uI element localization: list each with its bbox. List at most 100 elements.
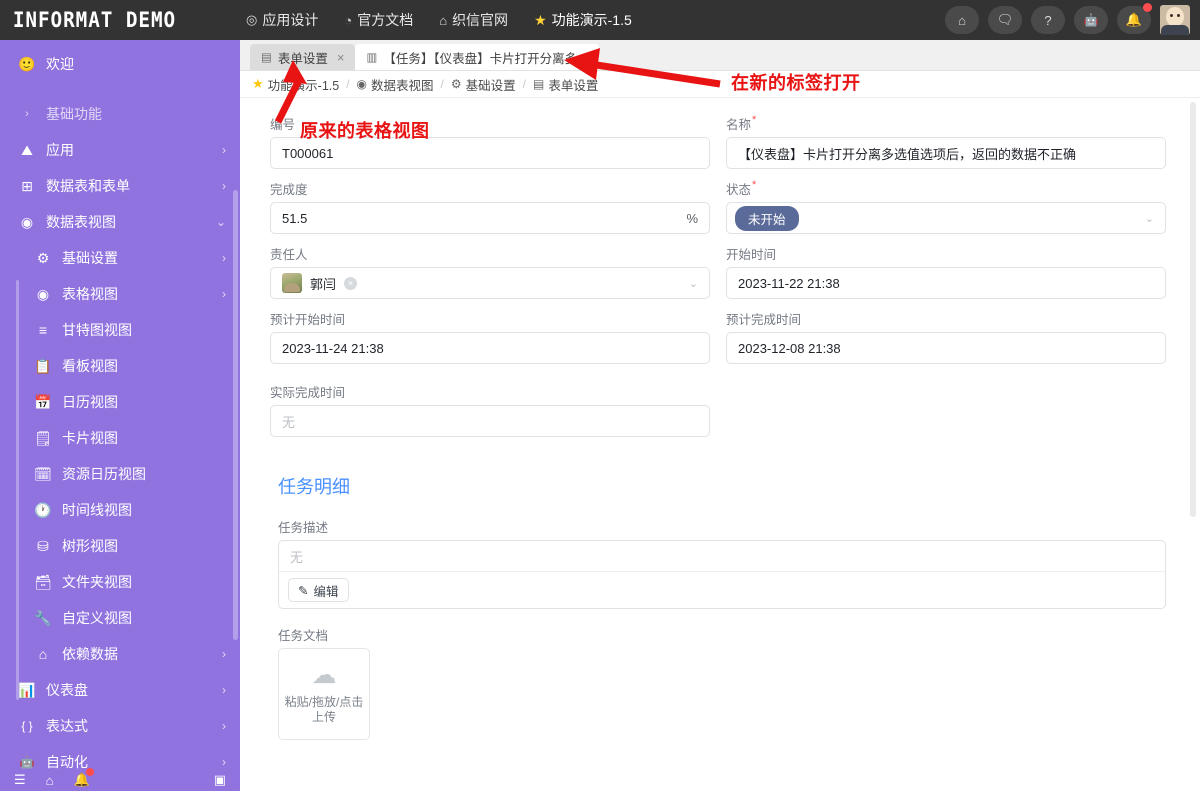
required-mark: *: [752, 179, 757, 191]
home-button[interactable]: ⌂: [945, 6, 979, 34]
breadcrumb-item-table-views[interactable]: ◉ 数据表视图: [357, 75, 434, 94]
start-time-input[interactable]: 2023-11-22 21:38: [726, 267, 1166, 299]
field-placeholder: 无: [282, 414, 296, 430]
robot-button[interactable]: 🤖: [1074, 6, 1108, 34]
sidebar-item-tables-and-forms[interactable]: ⊞ 数据表和表单 ›: [0, 168, 240, 204]
breadcrumb-item-form-settings[interactable]: ▤ 表单设置: [533, 75, 598, 94]
topnav-label: 织信官网: [452, 12, 509, 28]
avatar-eye-left: [1170, 14, 1173, 17]
breadcrumb-separator: /: [346, 77, 350, 91]
field-placeholder: 无: [290, 549, 304, 565]
top-nav: ◎ 应用设计 ◔ 官方文档 ⌂ 织信官网 ★ 功能演示-1.5: [246, 10, 632, 30]
breadcrumb-separator: /: [522, 77, 527, 91]
required-mark: *: [752, 114, 757, 126]
timeline-icon: 🕐: [34, 501, 52, 518]
upload-dropzone[interactable]: ☁ 粘贴/拖放/点击 上传: [278, 648, 370, 740]
sidebar-item-timeline-view[interactable]: 🕐 时间线视图: [0, 492, 240, 528]
sidebar-item-custom-view[interactable]: 🔧 自定义视图: [0, 600, 240, 636]
sidebar-item-gantt-view[interactable]: ≡ 甘特图视图: [0, 312, 240, 348]
message-icon: 🗨: [996, 12, 1014, 27]
field-label: 责任人: [270, 248, 308, 262]
dependency-icon: ⌂: [38, 646, 48, 662]
chevron-right-icon: ›: [222, 755, 226, 769]
topnav-item-app-design[interactable]: ◎ 应用设计: [246, 10, 318, 30]
field-label-text: 状态: [726, 183, 752, 197]
edit-button[interactable]: ✎ 编辑: [288, 578, 349, 602]
topnav-item-feature-demo[interactable]: ★ 功能演示-1.5: [534, 10, 632, 30]
task-description-box: 无 ✎ 编辑: [278, 540, 1166, 609]
menu-icon[interactable]: ☰: [14, 772, 26, 788]
form-grid: 编号 T000061 完成度 51.5 % 责任人 郭闫 × ⌄ 预计开始时间 …: [270, 114, 1166, 447]
sidebar-item-label: 自动化: [46, 754, 88, 769]
sidebar-item-tree-view[interactable]: ⛁ 树形视图: [0, 528, 240, 564]
help-button[interactable]: ?: [1031, 6, 1065, 34]
field-label: 开始时间: [726, 248, 777, 262]
close-icon[interactable]: ×: [337, 50, 345, 65]
sidebar-item-expression[interactable]: { } 表达式 ›: [0, 708, 240, 744]
sidebar-item-basic-settings[interactable]: ⚙ 基础设置 ›: [0, 240, 240, 276]
sidebar-item-calendar-view[interactable]: 📅 日历视图: [0, 384, 240, 420]
sidebar-item-dependency-data[interactable]: ⌂ 依赖数据 ›: [0, 636, 240, 672]
sidebar-item-label: 基础设置: [62, 250, 118, 266]
status-select[interactable]: 未开始 ⌄: [726, 202, 1166, 234]
folder-icon: 🗃: [34, 573, 52, 590]
topnav-label: 功能演示-1.5: [551, 12, 632, 28]
form-icon: ▤: [261, 52, 272, 64]
sidebar-item-table-views[interactable]: ◉ 数据表视图 ⌄: [0, 204, 240, 240]
sidebar-item-resource-calendar-view[interactable]: 🗓 资源日历视图: [0, 456, 240, 492]
tab-strip: ▤ 表单设置 × ▥ 【任务】【仪表盘】卡片打开分离多...: [240, 40, 1200, 71]
field-task-document: 任务文档 ☁ 粘贴/拖放/点击 上传: [270, 625, 1166, 740]
sidebar-item-dashboard[interactable]: 📊 仪表盘 ›: [0, 672, 240, 708]
panel-toggle-icon[interactable]: ▣: [214, 772, 226, 788]
sidebar-item-basic-functions[interactable]: › 基础功能: [0, 96, 240, 132]
avatar[interactable]: [1160, 5, 1190, 35]
sidebar-item-label: 应用: [46, 142, 74, 158]
topnav-item-official-docs[interactable]: ◔ 官方文档: [344, 10, 413, 30]
sidebar-item-label: 资源日历视图: [62, 466, 146, 482]
planned-finish-input[interactable]: 2023-12-08 21:38: [726, 332, 1166, 364]
tab-task-record[interactable]: ▥ 【任务】【仪表盘】卡片打开分离多...: [355, 44, 599, 70]
name-input[interactable]: 【仪表盘】卡片打开分离多选值选项后，返回的数据不正确: [726, 137, 1166, 169]
owner-select[interactable]: 郭闫 × ⌄: [270, 267, 710, 299]
chevron-down-icon: ⌄: [688, 277, 698, 290]
actual-finish-input[interactable]: 无: [270, 405, 710, 437]
sidebar-item-kanban-view[interactable]: 📋 看板视图: [0, 348, 240, 384]
sidebar-scrollbar[interactable]: [233, 190, 238, 640]
completion-input[interactable]: 51.5 %: [270, 202, 710, 234]
avatar-body: [1161, 25, 1189, 35]
bell-icon[interactable]: 🔔: [74, 768, 94, 788]
sidebar-item-label: 基础功能: [46, 106, 102, 122]
person-chip: 郭闫 ×: [282, 273, 358, 293]
pencil-icon: ✎: [298, 583, 309, 598]
sidebar-item-card-view[interactable]: 🗒 卡片视图: [0, 420, 240, 456]
table-icon: ▥: [366, 52, 378, 64]
breadcrumb-item-basic-settings[interactable]: ⚙ 基础设置: [451, 75, 516, 94]
field-label-text: 名称: [726, 118, 752, 132]
message-button[interactable]: 🗨: [988, 6, 1022, 34]
field-label: 编号: [270, 118, 296, 132]
tab-form-settings[interactable]: ▤ 表单设置 ×: [250, 44, 356, 70]
planned-start-input[interactable]: 2023-11-24 21:38: [270, 332, 710, 364]
sidebar-item-automation[interactable]: 🤖 自动化 ›: [0, 744, 240, 769]
sidebar-item-label: 数据表视图: [46, 214, 116, 230]
field-owner: 责任人 郭闫 × ⌄: [270, 244, 710, 299]
sidebar-item-folder-view[interactable]: 🗃 文件夹视图: [0, 564, 240, 600]
resource-calendar-icon: 🗓: [34, 465, 52, 482]
field-label: 预计开始时间: [270, 313, 346, 327]
upload-icon[interactable]: ⌂: [46, 773, 54, 788]
topnav-item-official-site[interactable]: ⌂ 织信官网: [439, 10, 508, 30]
code-input[interactable]: T000061: [270, 137, 710, 169]
form-scrollbar[interactable]: [1190, 102, 1196, 517]
breadcrumb-item-feature-demo[interactable]: ★ 功能演示-1.5: [252, 75, 339, 94]
remove-person-icon[interactable]: ×: [344, 276, 358, 290]
sidebar-item-grid-view[interactable]: ◉ 表格视图 ›: [0, 276, 240, 312]
sidebar: 🙂 欢迎 › 基础功能 ⛰ 应用 › ⊞ 数据表和表单 › ◉ 数据表视图 ⌄ …: [0, 40, 240, 791]
notification-button[interactable]: 🔔: [1117, 3, 1152, 34]
sidebar-item-welcome[interactable]: 🙂 欢迎: [0, 46, 240, 82]
bell-icon: 🔔: [1125, 12, 1143, 27]
sidebar-item-app[interactable]: ⛰ 应用 ›: [0, 132, 240, 168]
task-description-input[interactable]: 无: [279, 541, 1165, 572]
field-label: 实际完成时间: [270, 386, 346, 400]
sidebar-item-label: 依赖数据: [62, 646, 118, 662]
sidebar-item-label: 自定义视图: [62, 610, 132, 626]
